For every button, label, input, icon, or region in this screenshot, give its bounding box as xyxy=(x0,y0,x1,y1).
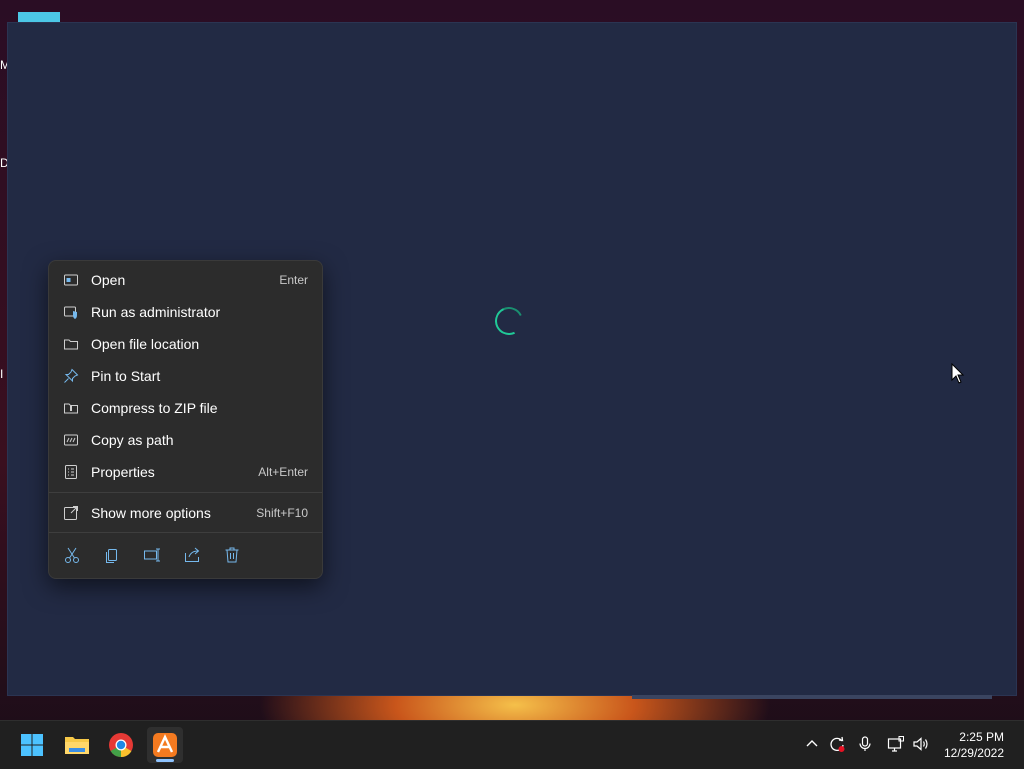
copy-icon[interactable] xyxy=(103,546,121,564)
menu-item-label: Run as administrator xyxy=(91,304,221,320)
menu-item-label: Open file location xyxy=(91,336,200,352)
clock-time: 2:25 PM xyxy=(959,730,1004,744)
active-app-indicator xyxy=(156,759,174,762)
shield-icon xyxy=(64,306,77,319)
app-icon xyxy=(153,733,177,757)
pin-icon xyxy=(64,368,79,383)
desktop-icon-label[interactable]: I xyxy=(0,367,8,381)
path-icon xyxy=(64,434,78,446)
desktop-icon-label[interactable]: D xyxy=(0,156,8,170)
menu-item-shortcut: Alt+Enter xyxy=(258,465,308,479)
menu-item-pin-to-start[interactable]: Pin to Start xyxy=(53,361,318,391)
start-button[interactable] xyxy=(14,727,50,763)
microphone-icon[interactable] xyxy=(856,735,874,753)
menu-item-open-file-location[interactable]: Open file location xyxy=(53,329,318,359)
folder-icon xyxy=(64,339,78,350)
sync-icon[interactable] xyxy=(828,735,846,753)
menu-item-properties[interactable]: Properties Alt+Enter xyxy=(53,457,318,487)
menu-item-label: Properties xyxy=(91,464,155,480)
menu-item-copy-as-path[interactable]: Copy as path xyxy=(53,425,318,455)
taskbar: 2:25 PM 12/29/2022 xyxy=(0,720,1024,769)
open-icon xyxy=(64,274,78,286)
delete-icon[interactable] xyxy=(223,546,241,564)
zip-icon xyxy=(64,403,78,414)
start-icon xyxy=(21,734,43,756)
file-explorer-icon xyxy=(65,737,89,754)
menu-item-run-as-administrator[interactable]: Run as administrator xyxy=(53,297,318,327)
taskbar-file-explorer[interactable] xyxy=(59,727,95,763)
menu-item-open[interactable]: Open Enter xyxy=(53,265,318,295)
network-icon[interactable] xyxy=(887,735,905,753)
menu-item-shortcut: Enter xyxy=(279,273,308,287)
mouse-cursor-icon xyxy=(951,363,965,384)
menu-item-label: Pin to Start xyxy=(91,368,161,384)
properties-icon xyxy=(65,465,77,479)
rename-icon[interactable] xyxy=(143,546,161,564)
window-edge xyxy=(632,695,992,699)
menu-item-label: Open xyxy=(91,272,126,288)
context-menu: Open Enter Run as administrator Open fil… xyxy=(48,260,323,579)
menu-item-show-more-options[interactable]: Show more options Shift+F10 xyxy=(53,498,318,528)
menu-item-label: Compress to ZIP file xyxy=(91,400,218,416)
desktop-icon-label[interactable]: M xyxy=(0,58,8,72)
system-clock[interactable]: 2:25 PM 12/29/2022 xyxy=(944,729,1004,761)
cut-icon[interactable] xyxy=(63,546,81,564)
menu-item-shortcut: Shift+F10 xyxy=(256,506,308,520)
menu-separator xyxy=(49,492,322,493)
menu-item-label: Show more options xyxy=(91,505,211,521)
menu-separator xyxy=(49,532,322,533)
volume-icon[interactable] xyxy=(912,735,930,753)
share-icon[interactable] xyxy=(183,546,201,564)
more-options-icon xyxy=(64,506,78,520)
chevron-up-icon[interactable] xyxy=(803,735,821,753)
taskbar-app-active[interactable] xyxy=(147,727,183,763)
chrome-icon xyxy=(109,733,133,758)
menu-item-label: Copy as path xyxy=(91,432,174,448)
menu-item-compress-to-zip[interactable]: Compress to ZIP file xyxy=(53,393,318,423)
clock-date: 12/29/2022 xyxy=(943,746,1004,760)
taskbar-chrome[interactable] xyxy=(103,727,139,763)
